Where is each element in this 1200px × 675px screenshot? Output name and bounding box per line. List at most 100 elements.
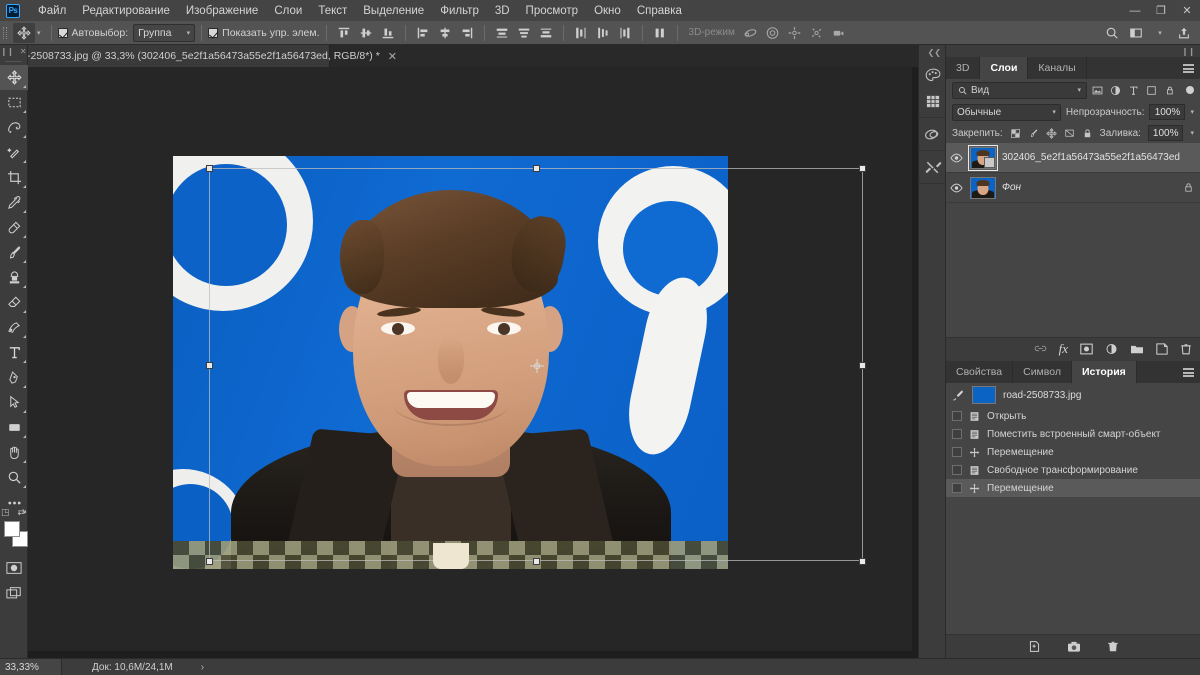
- color-palette-icon[interactable]: [919, 62, 947, 88]
- active-tool-preset[interactable]: ▾: [9, 21, 45, 45]
- quick-selection-tool[interactable]: [0, 140, 28, 165]
- screen-mode-button[interactable]: [0, 580, 28, 605]
- distribute-left-edges-button[interactable]: [570, 23, 592, 43]
- search-icon[interactable]: [1100, 23, 1124, 43]
- smart-object-filter-icon[interactable]: [1164, 85, 1175, 96]
- swatches-grid-icon[interactable]: [919, 88, 947, 114]
- menu-layers[interactable]: Слои: [266, 2, 310, 20]
- transform-reference-point-icon[interactable]: [529, 358, 545, 374]
- distribute-vertical-centers-button[interactable]: [513, 23, 535, 43]
- crop-tool[interactable]: [0, 165, 28, 190]
- path-selection-tool[interactable]: [0, 390, 28, 415]
- tab-properties[interactable]: Свойства: [946, 361, 1014, 383]
- menu-text[interactable]: Текст: [310, 2, 355, 20]
- hand-tool[interactable]: [0, 440, 28, 465]
- foreground-color-swatch[interactable]: [4, 521, 20, 537]
- transform-handle-middle-left[interactable]: [205, 361, 213, 369]
- layer-filter-dropdown[interactable]: Вид ▾: [952, 81, 1087, 99]
- tools-wrench-icon[interactable]: [919, 154, 947, 180]
- autoselect-scope-dropdown[interactable]: Группа ▾: [133, 23, 196, 42]
- history-state-move-2[interactable]: Перемещение: [946, 479, 1200, 497]
- align-right-edges-button[interactable]: [456, 23, 478, 43]
- fill-chevron-icon[interactable]: ▾: [1190, 129, 1194, 137]
- menu-window[interactable]: Окно: [586, 2, 629, 20]
- history-state-open[interactable]: Открыть: [946, 407, 1200, 425]
- fill-value[interactable]: 100%: [1147, 125, 1184, 141]
- autoselect-checkbox[interactable]: Автовыбор:: [57, 27, 128, 39]
- menu-view[interactable]: Просмотр: [518, 2, 587, 20]
- rail-collapse-button[interactable]: ❮❮: [919, 45, 945, 59]
- blend-mode-dropdown[interactable]: Обычные ▾: [952, 103, 1061, 121]
- shape-filter-icon[interactable]: [1146, 85, 1157, 96]
- tool-preset-chevron-icon[interactable]: ▾: [37, 29, 41, 37]
- menu-help[interactable]: Справка: [629, 2, 690, 20]
- distribute-right-edges-button[interactable]: [614, 23, 636, 43]
- align-left-edges-button[interactable]: [412, 23, 434, 43]
- menu-edit[interactable]: Редактирование: [74, 2, 178, 20]
- distribute-bottom-edges-button[interactable]: [535, 23, 557, 43]
- status-expand-icon[interactable]: ›: [201, 662, 204, 673]
- transform-handle-bottom-center[interactable]: [532, 557, 540, 565]
- layer-visibility-toggle[interactable]: [948, 183, 964, 193]
- slide-3d-icon[interactable]: [806, 23, 828, 43]
- camera-3d-icon[interactable]: [828, 23, 850, 43]
- tools-panel-grip[interactable]: ❙❙ ✕: [0, 45, 27, 58]
- close-button[interactable]: ✕: [1174, 0, 1200, 21]
- restore-button[interactable]: ❐: [1148, 0, 1174, 21]
- panel-dock-grip[interactable]: ❙❙: [946, 45, 1200, 57]
- layer-mask-button[interactable]: [1080, 343, 1093, 355]
- swap-colors-icon[interactable]: ⇄: [17, 507, 25, 518]
- history-brush-source-icon[interactable]: [952, 389, 965, 402]
- tab-character[interactable]: Символ: [1013, 361, 1072, 383]
- history-state-free-transform[interactable]: Свободное трансформирование: [946, 461, 1200, 479]
- quick-mask-button[interactable]: [0, 555, 28, 580]
- delete-layer-button[interactable]: [1180, 343, 1192, 355]
- creative-cloud-libraries-icon[interactable]: [919, 121, 947, 147]
- share-icon[interactable]: [1172, 23, 1196, 43]
- pan-3d-icon[interactable]: [784, 23, 806, 43]
- menu-file[interactable]: Файл: [30, 2, 74, 20]
- workspace-switcher-icon[interactable]: [1124, 23, 1148, 43]
- lasso-tool[interactable]: [0, 115, 28, 140]
- lock-position-icon[interactable]: [1045, 127, 1057, 139]
- eyedropper-tool[interactable]: [0, 190, 28, 215]
- layer-row-background[interactable]: Фон: [946, 173, 1200, 203]
- transform-handle-middle-right[interactable]: [858, 361, 866, 369]
- default-colors-icon[interactable]: ◳: [1, 507, 10, 518]
- history-state-checkbox[interactable]: [952, 429, 962, 439]
- align-bottom-edges-button[interactable]: [377, 23, 399, 43]
- tab-3d[interactable]: 3D: [946, 57, 981, 79]
- menu-3d[interactable]: 3D: [487, 2, 518, 20]
- options-bar-grip[interactable]: [0, 21, 9, 45]
- opacity-value[interactable]: 100%: [1149, 104, 1186, 120]
- layer-name[interactable]: Фон: [1002, 182, 1021, 193]
- pen-tool[interactable]: [0, 365, 28, 390]
- distribute-horizontal-centers-button[interactable]: [592, 23, 614, 43]
- filter-enable-toggle[interactable]: [1186, 86, 1194, 94]
- canvas-area[interactable]: [28, 67, 912, 651]
- show-transform-controls-checkbox[interactable]: Показать упр. элем.: [208, 27, 320, 39]
- zoom-level-field[interactable]: 33,33%: [0, 658, 62, 675]
- checkbox-box[interactable]: [57, 27, 68, 38]
- menu-selection[interactable]: Выделение: [355, 2, 432, 20]
- checkbox-box[interactable]: [208, 27, 219, 38]
- close-icon[interactable]: ✕: [388, 50, 397, 63]
- type-filter-icon[interactable]: [1128, 85, 1139, 96]
- transform-handle-bottom-right[interactable]: [858, 557, 866, 565]
- layers-panel-menu-button[interactable]: [1183, 57, 1200, 79]
- layer-row-smart-object[interactable]: 302406_5e2f1a56473a55e2f1a56473ed: [946, 143, 1200, 173]
- history-snapshot-row[interactable]: road-2508733.jpg: [946, 383, 1200, 407]
- align-vertical-centers-button[interactable]: [355, 23, 377, 43]
- transform-handle-top-right[interactable]: [858, 164, 866, 172]
- transform-handle-bottom-left[interactable]: [205, 557, 213, 565]
- history-state-place-smart-object[interactable]: Поместить встроенный смарт-объект: [946, 425, 1200, 443]
- menu-image[interactable]: Изображение: [178, 2, 266, 20]
- clone-stamp-tool[interactable]: [0, 265, 28, 290]
- history-state-checkbox[interactable]: [952, 447, 962, 457]
- create-document-from-state-button[interactable]: [1028, 640, 1041, 653]
- adjustment-filter-icon[interactable]: [1110, 85, 1121, 96]
- brush-tool[interactable]: [0, 240, 28, 265]
- align-top-edges-button[interactable]: [333, 23, 355, 43]
- tab-channels[interactable]: Каналы: [1028, 57, 1087, 79]
- auto-align-layers-button[interactable]: [649, 23, 671, 43]
